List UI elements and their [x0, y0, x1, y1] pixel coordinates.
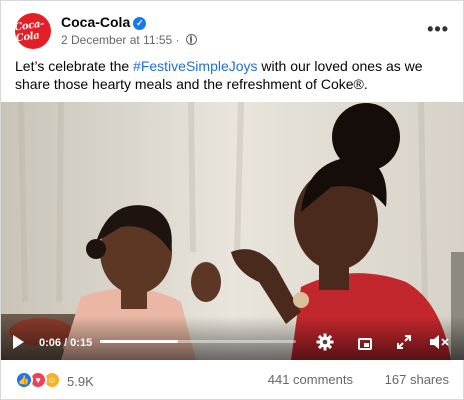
progress-bar[interactable] — [100, 340, 296, 343]
gear-icon[interactable] — [316, 333, 334, 351]
volume-icon[interactable] — [429, 333, 449, 351]
post-meta: 2 December at 11:55 · — [61, 33, 197, 47]
coca-cola-logo: Coca-Cola — [15, 18, 45, 45]
like-icon: 👍 — [15, 371, 33, 389]
globe-icon — [185, 34, 197, 45]
post-caption: Let’s celebrate the #FestiveSimpleJoys w… — [15, 57, 451, 93]
post-header: Coca-Cola Coca-Cola ✓ 2 December at 11:55… — [15, 11, 449, 51]
progress-fill — [100, 340, 179, 343]
more-options-icon[interactable]: ••• — [427, 19, 449, 40]
page-name-link[interactable]: Coca-Cola — [61, 14, 130, 30]
page-name-row: Coca-Cola ✓ — [61, 14, 147, 30]
caption-text-start: Let’s celebrate the — [15, 58, 134, 74]
expand-icon[interactable] — [396, 334, 412, 350]
verified-icon: ✓ — [133, 17, 147, 30]
reaction-count: 5.9K — [67, 374, 94, 389]
engagement-bar: 👍 ♥ ☺ 5.9K 441 comments 167 shares — [15, 369, 449, 393]
play-icon[interactable] — [13, 335, 24, 349]
hashtag-link[interactable]: #FestiveSimpleJoys — [133, 58, 258, 74]
post-card: Coca-Cola Coca-Cola ✓ 2 December at 11:55… — [0, 0, 464, 400]
shares-count[interactable]: 167 shares — [385, 372, 449, 387]
post-timestamp[interactable]: 2 December at 11:55 · — [61, 33, 180, 47]
video-player[interactable]: 0:06 / 0:15 — [1, 102, 464, 360]
page-avatar[interactable]: Coca-Cola — [15, 13, 51, 49]
comments-count[interactable]: 441 comments — [268, 372, 353, 387]
video-time: 0:06 / 0:15 — [39, 337, 93, 349]
pip-icon[interactable] — [358, 338, 372, 350]
video-controls: 0:06 / 0:15 — [1, 326, 464, 360]
